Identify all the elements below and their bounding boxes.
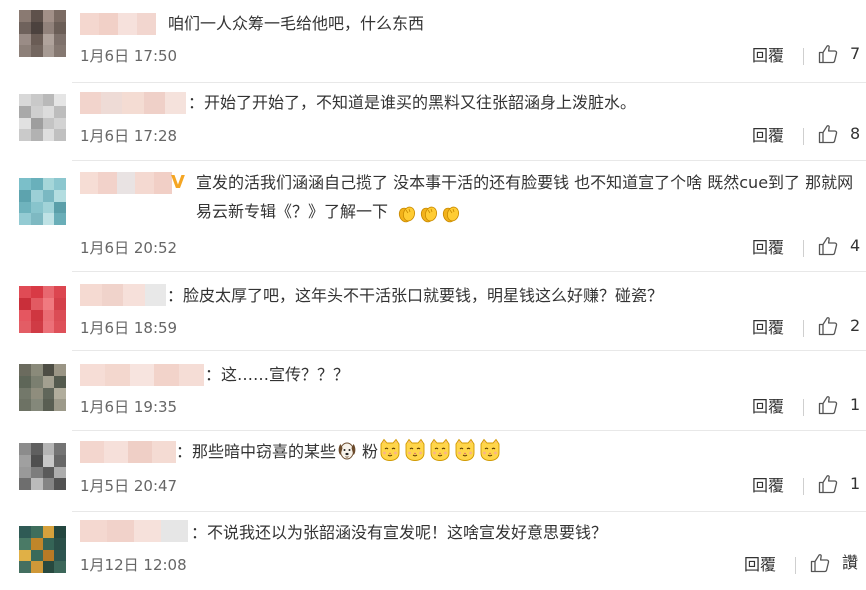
like-count: 8: [850, 124, 861, 143]
action-separator: [803, 240, 804, 257]
cat-face-emoji-icon: [378, 438, 402, 462]
reply-button[interactable]: 回覆: [752, 126, 784, 146]
clapping-hands-emoji-icon: [397, 204, 417, 224]
divider: [72, 271, 866, 272]
username-blurred[interactable]: [80, 92, 186, 114]
comment-text: ：不说我还以为张韶涵没有宣发呢！这啥宣发好意思要钱？: [191, 523, 608, 542]
thumbs-up-icon: [818, 236, 838, 256]
divider: [72, 511, 866, 512]
comment-text: ：脸皮太厚了吧，这年头不干活张口就要钱，明星钱这么好赚？碰瓷？: [167, 286, 664, 305]
like-button[interactable]: 讚: [810, 553, 858, 573]
divider: [72, 82, 866, 83]
username-blurred[interactable]: [80, 364, 204, 386]
thumbs-up-icon: [810, 553, 830, 573]
dog-face-emoji-icon: [336, 439, 358, 461]
like-count: 7: [850, 44, 861, 63]
comment-text-content: 宣发的活我们涵涵自己揽了 没本事干活的还有脸要钱 也不知道宣了个啥 既然cue到…: [196, 173, 854, 221]
divider: [72, 160, 866, 161]
thumbs-up-icon: [818, 316, 838, 336]
like-button[interactable]: 8: [818, 124, 860, 144]
comment-text-suffix: 粉: [362, 442, 379, 461]
avatar[interactable]: [19, 94, 66, 141]
like-button[interactable]: 2: [818, 316, 860, 336]
action-separator: [803, 48, 804, 65]
v-badge-icon[interactable]: V: [171, 172, 185, 193]
clapping-hands-emoji-icon: [419, 204, 439, 224]
like-count: 讚: [842, 553, 859, 572]
username-blurred[interactable]: [80, 284, 166, 306]
avatar[interactable]: [19, 443, 66, 490]
username-blurred[interactable]: [80, 172, 172, 194]
clapping-hands-emoji-icon: [441, 204, 461, 224]
like-count: 1: [850, 395, 861, 414]
action-separator: [803, 478, 804, 495]
reply-button[interactable]: 回覆: [752, 238, 784, 258]
comment-text: ：那些暗中窃喜的某些 粉: [176, 437, 503, 466]
cat-face-emoji-icon: [453, 438, 477, 462]
action-separator: [803, 399, 804, 416]
thumbs-up-icon: [818, 474, 838, 494]
avatar[interactable]: [19, 286, 66, 333]
comment-time: 1月6日 20:52: [80, 239, 178, 257]
action-separator: [803, 128, 804, 145]
comment-time: 1月12日 12:08: [80, 556, 187, 574]
reply-button[interactable]: 回覆: [752, 318, 784, 338]
comment-text: 宣发的活我们涵涵自己揽了 没本事干活的还有脸要钱 也不知道宣了个啥 既然cue到…: [196, 168, 856, 226]
like-button[interactable]: 4: [818, 236, 860, 256]
avatar[interactable]: [19, 364, 66, 411]
comment-text: ：开始了开始了，不知道是谁买的黑料又往张韶涵身上泼脏水。: [188, 93, 637, 112]
comment-text: ：这……宣传？？？: [205, 365, 350, 384]
divider: [72, 430, 866, 431]
comment-time: 1月5日 20:47: [80, 477, 178, 495]
cat-face-emoji-icon: [428, 438, 452, 462]
comment-time: 1月6日 18:59: [80, 319, 178, 337]
username-blurred[interactable]: [80, 520, 188, 542]
like-button[interactable]: 1: [818, 395, 860, 415]
thumbs-up-icon: [818, 124, 838, 144]
emoji-group: [397, 204, 463, 225]
reply-button[interactable]: 回覆: [744, 555, 776, 575]
action-separator: [795, 557, 796, 574]
like-count: 2: [850, 316, 861, 335]
like-button[interactable]: 1: [818, 474, 860, 494]
like-button[interactable]: 7: [818, 44, 860, 64]
comment-text: 咱们一人众筹一毛给他吧，什么东西: [168, 14, 425, 33]
divider: [72, 350, 866, 351]
thumbs-up-icon: [818, 44, 838, 64]
like-count: 4: [850, 236, 861, 255]
cat-face-emoji-icon: [403, 438, 427, 462]
reply-button[interactable]: 回覆: [752, 476, 784, 496]
reply-button[interactable]: 回覆: [752, 46, 784, 66]
reply-button[interactable]: 回覆: [752, 397, 784, 417]
avatar[interactable]: [19, 10, 66, 57]
action-separator: [803, 320, 804, 337]
username-blurred[interactable]: [80, 13, 156, 35]
avatar[interactable]: [19, 178, 66, 225]
comment-time: 1月6日 19:35: [80, 398, 178, 416]
avatar[interactable]: [19, 526, 66, 573]
thumbs-up-icon: [818, 395, 838, 415]
comment-time: 1月6日 17:28: [80, 127, 178, 145]
like-count: 1: [850, 474, 861, 493]
username-blurred[interactable]: [80, 441, 176, 463]
cat-face-emoji-icon: [478, 438, 502, 462]
comment-text-content: ：那些暗中窃喜的某些: [176, 442, 337, 461]
comment-time: 1月6日 17:50: [80, 47, 178, 65]
